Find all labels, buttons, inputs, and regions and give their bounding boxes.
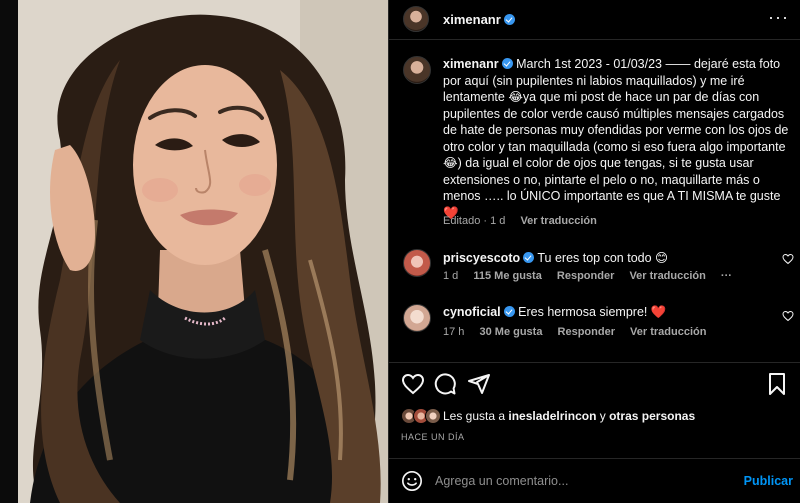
author-username[interactable]: ximenanr xyxy=(443,12,515,27)
comment-text: Tu eres top con todo 😊 xyxy=(537,251,669,265)
post-timestamp[interactable]: HACE UN DÍA xyxy=(401,432,465,442)
reply-link[interactable]: Responder xyxy=(558,326,615,338)
post-photo[interactable] xyxy=(0,0,388,503)
actions-divider xyxy=(389,362,800,363)
post-header: ximenanr ··· xyxy=(389,0,800,40)
comment-input[interactable]: Agrega un comentario... xyxy=(435,474,568,488)
caption-author-avatar[interactable] xyxy=(403,56,431,84)
post-details-panel: ximenanr ··· ximenanr March 1st 2023 - 0… xyxy=(388,0,800,503)
share-icon[interactable] xyxy=(467,372,491,396)
comment-item: priscyescoto Tu eres top con todo 😊 xyxy=(443,250,668,265)
caption-username[interactable]: ximenanr xyxy=(443,57,499,71)
like-comment-heart-icon[interactable] xyxy=(782,253,794,265)
comment-translate-link[interactable]: Ver traducción xyxy=(629,270,705,282)
comment-avatar[interactable] xyxy=(403,249,431,277)
more-options-icon[interactable]: ··· xyxy=(768,8,789,26)
comment-icon[interactable] xyxy=(433,372,457,396)
caption-text: March 1st 2023 - 01/03/23 —— dejaré esta… xyxy=(443,57,789,220)
publish-button[interactable]: Publicar xyxy=(744,474,793,488)
caption-edited-time: Editado · 1 d xyxy=(443,215,506,227)
verified-badge-icon xyxy=(501,58,513,69)
likes-summary: Les gusta a inesladelrincon y otras pers… xyxy=(443,409,696,423)
liker-username[interactable]: inesladelrincon xyxy=(508,409,596,423)
comment-likes[interactable]: 115 Me gusta xyxy=(473,270,541,282)
bookmark-icon[interactable] xyxy=(765,372,789,396)
post-caption: ximenanr March 1st 2023 - 01/03/23 —— de… xyxy=(443,56,791,221)
comment-username[interactable]: cynoficial xyxy=(443,305,501,319)
smiley-icon[interactable] xyxy=(401,470,423,492)
other-likers-link[interactable]: otras personas xyxy=(609,409,695,423)
author-avatar[interactable] xyxy=(403,6,429,32)
caption-meta: Editado · 1 d Ver traducción xyxy=(443,215,609,227)
photo-illustration xyxy=(0,0,388,503)
verified-badge-icon xyxy=(503,14,515,25)
caption-translate-link[interactable]: Ver traducción xyxy=(520,215,596,227)
comment-age: 17 h xyxy=(443,326,465,338)
liker-avatar xyxy=(425,408,441,424)
comment-more-icon[interactable]: ··· xyxy=(721,270,732,282)
comment-age: 1 d xyxy=(443,270,459,282)
comment-composer: Agrega un comentario... Publicar xyxy=(389,458,800,503)
comment-meta: 1 d 115 Me gusta Responder Ver traducció… xyxy=(443,270,744,282)
comment-avatar[interactable] xyxy=(403,304,431,332)
comment-username[interactable]: priscyescoto xyxy=(443,251,520,265)
verified-badge-icon xyxy=(523,252,535,263)
like-comment-heart-icon[interactable] xyxy=(782,310,794,322)
verified-badge-icon xyxy=(503,306,515,317)
comment-meta: 17 h 30 Me gusta Responder Ver traducció… xyxy=(443,326,718,338)
comment-item: cynoficial Eres hermosa siempre! ❤️ xyxy=(443,305,666,320)
heart-icon[interactable] xyxy=(401,372,425,396)
reply-link[interactable]: Responder xyxy=(557,270,614,282)
comment-likes[interactable]: 30 Me gusta xyxy=(479,326,542,338)
comment-translate-link[interactable]: Ver traducción xyxy=(630,326,706,338)
comment-text: Eres hermosa siempre! ❤️ xyxy=(518,305,667,319)
